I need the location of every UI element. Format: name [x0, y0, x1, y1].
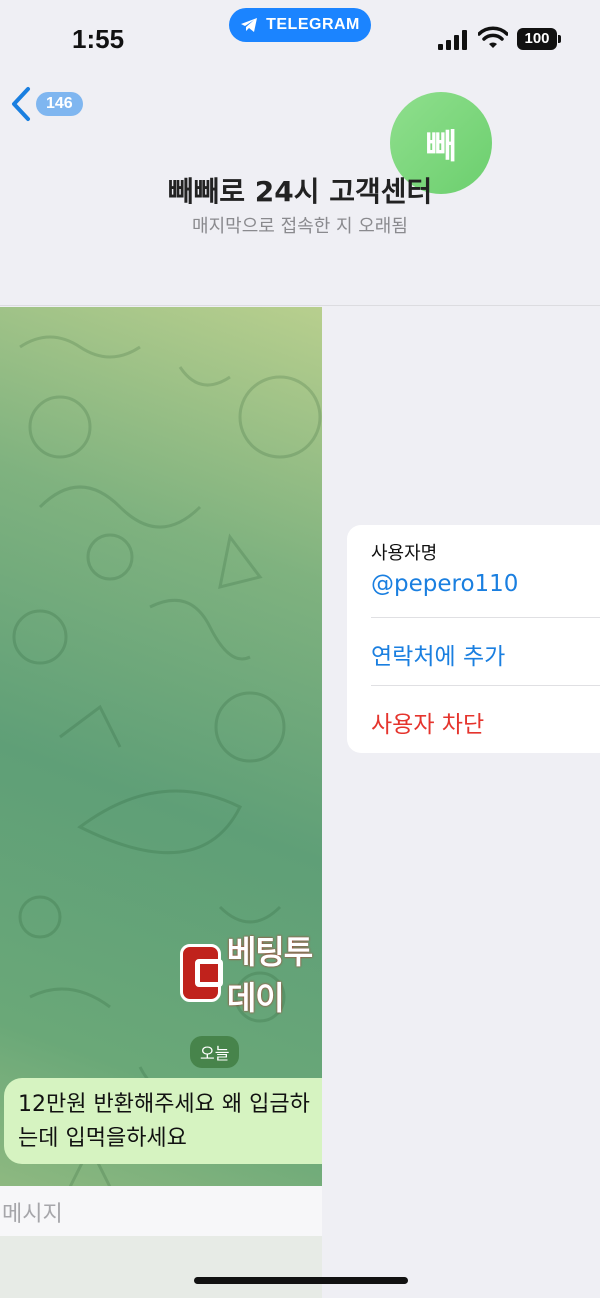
chat-area[interactable]: 베팅투데이 오늘 12만원 반환해주세요 왜 입금하 는데 입먹을하세요 메시지 — [0, 307, 322, 1298]
watermark-logo-icon — [180, 944, 223, 1002]
watermark-text: 베팅투데이 — [226, 933, 313, 1017]
message-text-line2: 는데 입먹을하세요 — [18, 1126, 187, 1151]
profile-card: 사용자명 @pepero110 연락처에 추가 사용자 차단 — [347, 525, 600, 753]
add-contact-button[interactable]: 연락처에 추가 — [371, 637, 600, 671]
message-input[interactable]: 메시지 — [0, 1186, 322, 1236]
message-text-line1: 12만원 반환해주세요 왜 입금하 — [18, 1092, 310, 1117]
date-separator: 오늘 — [190, 1036, 240, 1068]
status-bar: 1:55 TELEGRAM 100 — [0, 0, 600, 80]
telegram-pill[interactable]: TELEGRAM — [229, 8, 371, 42]
divider — [371, 617, 600, 618]
battery-tip — [558, 35, 561, 43]
clock: 1:55 — [72, 24, 125, 54]
battery-icon: 100 — [517, 28, 557, 50]
username-link[interactable]: @pepero110 — [371, 571, 600, 597]
home-indicator[interactable] — [194, 1277, 408, 1284]
watermark: 베팅투데이 — [180, 927, 322, 1019]
unread-count-badge: 146 — [36, 92, 83, 116]
block-user-button[interactable]: 사용자 차단 — [371, 705, 600, 739]
chevron-left-icon — [12, 87, 30, 121]
last-seen-status: 매지막으로 접속한 지 오래됨 — [192, 216, 408, 237]
signal-icon — [438, 30, 468, 50]
back-button[interactable]: 146 — [10, 86, 83, 122]
telegram-icon — [241, 18, 258, 32]
divider — [371, 685, 600, 686]
chat-title: 빼빼로 24시 고객센터 — [167, 175, 433, 208]
username-label: 사용자명 — [371, 543, 438, 564]
message-bubble[interactable]: 12만원 반환해주세요 왜 입금하 는데 입먹을하세요 — [4, 1078, 322, 1164]
chat-header: 146 빼 빼빼로 24시 고객센터 매지막으로 접속한 지 오래됨 — [0, 80, 600, 306]
keyboard-area — [0, 1236, 322, 1298]
telegram-pill-label: TELEGRAM — [266, 16, 360, 33]
wifi-icon — [478, 26, 508, 48]
